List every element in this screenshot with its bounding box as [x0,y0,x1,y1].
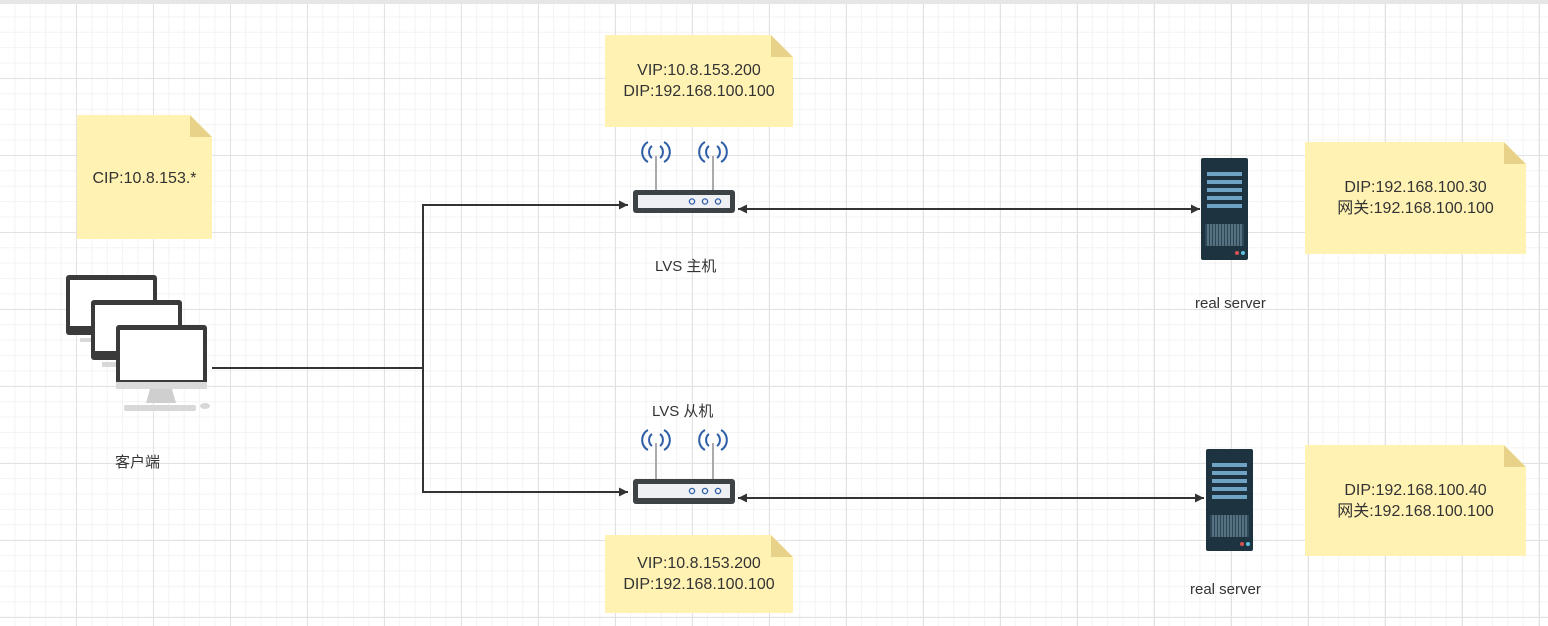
real-server-1-label: real server [1195,295,1266,312]
real-server-1-note[interactable]: DIP:192.168.100.30 网关:192.168.100.100 [1305,142,1526,254]
wifi-signal-icon [641,429,728,451]
lvs-master-vip: VIP:10.8.153.200 [637,62,761,79]
lvs-backup-vip: VIP:10.8.153.200 [637,555,761,572]
router-icon[interactable] [633,141,735,213]
lvs-backup-dip: DIP:192.168.100.100 [623,576,775,593]
client-label: 客户端 [115,454,161,471]
real-server-2-dip: DIP:192.168.100.40 [1344,481,1487,499]
client-cip: CIP:10.8.153.* [92,170,197,187]
lvs-master-note[interactable]: VIP:10.8.153.200 DIP:192.168.100.100 [605,35,793,127]
real-server-2-label: real server [1190,581,1261,598]
client-note[interactable]: CIP:10.8.153.* [77,115,212,239]
lvs-backup-note[interactable]: VIP:10.8.153.200 DIP:192.168.100.100 [605,535,793,613]
client-computers-icon[interactable] [66,275,210,411]
server-icon[interactable] [1201,158,1248,260]
edge-client-to-lvs-backup[interactable] [422,368,628,497]
wifi-signal-icon [641,141,728,163]
lvs-master-label: LVS 主机 [655,258,717,275]
monitor-icon [116,325,210,411]
real-server-2-gateway: 网关:192.168.100.100 [1337,502,1494,520]
router-icon[interactable] [633,429,735,504]
lvs-backup-label: LVS 从机 [652,403,714,420]
real-server-2-note[interactable]: DIP:192.168.100.40 网关:192.168.100.100 [1305,445,1526,556]
real-server-1-gateway: 网关:192.168.100.100 [1337,200,1494,217]
server-icon[interactable] [1206,449,1253,551]
edge-client-to-lvs-master[interactable] [422,200,628,368]
real-server-1-dip: DIP:192.168.100.30 [1344,179,1487,196]
lvs-master-dip: DIP:192.168.100.100 [623,83,775,100]
